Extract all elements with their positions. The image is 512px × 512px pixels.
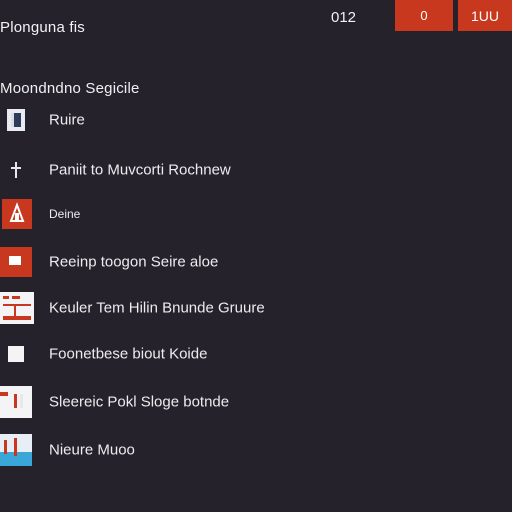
list-item-label: Deine bbox=[49, 207, 81, 221]
list-item-label: Keuler Tem Hilin Bnunde Gruure bbox=[49, 299, 265, 317]
clipboard-icon bbox=[0, 386, 32, 418]
list-item-label: Reeinp toogon Seire aloe bbox=[49, 253, 219, 271]
image-icon bbox=[0, 434, 32, 466]
pin-icon bbox=[9, 162, 23, 178]
item-count: 012 bbox=[331, 9, 357, 26]
top-action-button-2[interactable]: 1UU bbox=[458, 0, 512, 31]
building-icon bbox=[2, 199, 32, 229]
window-icon bbox=[0, 247, 32, 277]
document-icon bbox=[7, 109, 25, 131]
list-item-4[interactable]: Reeinp toogon Seire aloe bbox=[0, 242, 512, 282]
list-item-6[interactable]: Foonetbese biout Koide bbox=[0, 334, 512, 374]
list-item-1[interactable]: Ruire bbox=[0, 100, 512, 140]
list-item-label: Nieure Muoo bbox=[49, 441, 135, 459]
calendar-icon bbox=[0, 292, 34, 324]
list-item-5[interactable]: Keuler Tem Hilin Bnunde Gruure bbox=[0, 288, 512, 328]
list-item-label: Sleereic Pokl Sloge botnde bbox=[49, 393, 230, 411]
top-action-button-1[interactable]: 0 bbox=[395, 0, 453, 31]
list-item-7[interactable]: Sleereic Pokl Sloge botnde bbox=[0, 382, 512, 422]
list-item-8[interactable]: Nieure Muoo bbox=[0, 430, 512, 470]
app-title: Plonguna fis bbox=[0, 19, 85, 36]
section-title: Moondndno Segicile bbox=[0, 80, 140, 97]
list-item-label: Foonetbese biout Koide bbox=[49, 345, 208, 363]
list-item-label: Ruire bbox=[49, 111, 85, 129]
list-item-label: Paniit to Muvcorti Rochnew bbox=[49, 161, 231, 179]
top-bar: Plonguna fis 012 0 1UU bbox=[0, 0, 512, 58]
list-item-3[interactable]: Deine bbox=[0, 194, 512, 234]
list-item-2[interactable]: Paniit to Muvcorti Rochnew bbox=[0, 150, 512, 190]
square-icon bbox=[8, 346, 24, 362]
